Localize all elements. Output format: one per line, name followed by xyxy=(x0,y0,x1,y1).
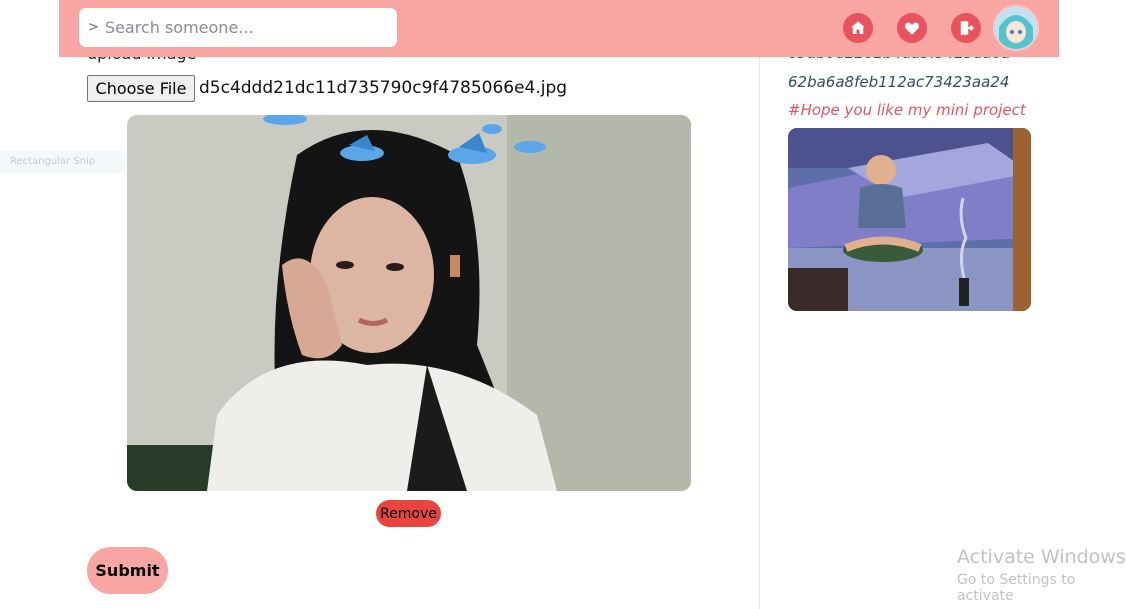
page: upload image Choose File d5c4ddd21dc11d7… xyxy=(0,0,1127,609)
logout-icon[interactable] xyxy=(951,13,981,43)
remove-image-button[interactable]: Remove xyxy=(376,500,441,527)
submit-button[interactable]: Submit xyxy=(87,547,168,594)
home-icon[interactable] xyxy=(843,13,873,43)
preview-image xyxy=(127,115,691,491)
choose-file-button[interactable]: Choose File xyxy=(87,75,195,102)
user-avatar[interactable] xyxy=(993,5,1039,51)
search-box: > xyxy=(79,8,397,47)
snip-overlay-label: Rectangular Snip xyxy=(0,151,125,173)
selected-file-name: d5c4ddd21dc11d735790c9f4785066e4.jpg xyxy=(199,78,568,98)
search-input[interactable] xyxy=(102,17,387,38)
activate-windows-subtitle: Go to Settings to activate xyxy=(957,572,1076,604)
post-caption: #Hope you like my mini project xyxy=(788,101,1026,119)
top-navbar: > xyxy=(59,0,1059,57)
activate-windows-title: Activate Windows xyxy=(957,546,1126,568)
chevron-right-icon: > xyxy=(88,20,99,35)
post-id: 62ba6a8feb112ac73423aa24 xyxy=(788,73,1010,91)
column-divider xyxy=(759,57,760,609)
heart-icon[interactable] xyxy=(897,13,927,43)
post-image xyxy=(788,128,1031,311)
